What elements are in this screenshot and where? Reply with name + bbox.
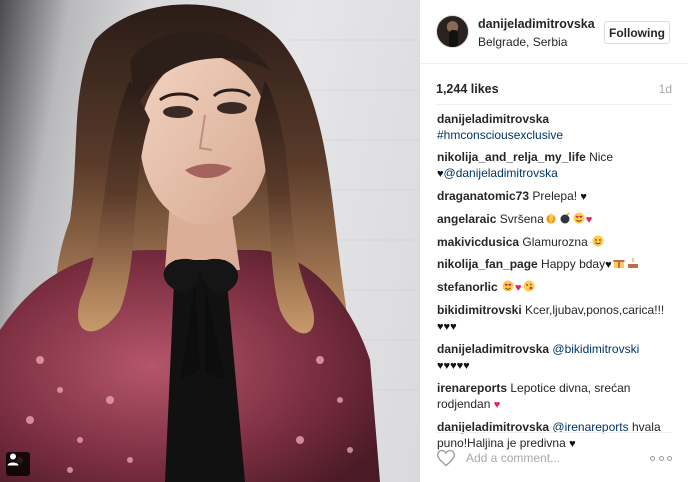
comment-username[interactable]: irenareports [437, 381, 507, 395]
comment-item: danijeladimitrovska #hmconsciousexclusiv… [437, 111, 675, 143]
location-link[interactable]: Belgrade, Serbia [478, 35, 567, 49]
mention-link[interactable]: @bikidimitrovski [552, 342, 639, 356]
comments-list: danijeladimitrovska #hmconsciousexclusiv… [437, 111, 675, 458]
comment-text: Happy bday [541, 257, 606, 271]
bomb-emoji-icon [560, 212, 570, 224]
owner-username[interactable]: danijeladimitrovska [478, 17, 595, 31]
fire-emoji-icon [546, 213, 556, 224]
avatar[interactable] [436, 15, 469, 48]
comment-item: danijeladimitrovska @bikidimitrovski ♥♥♥… [437, 341, 675, 374]
comment-item: angelaraic Svršena ♥ [437, 211, 675, 228]
comment-item: nikolija_fan_page Happy bday♥ [437, 256, 675, 273]
black-heart-icon: ♥ [580, 191, 587, 203]
red-heart-icon: ♥ [515, 282, 522, 294]
comment-text: Glamurozna [522, 235, 592, 249]
comment-username[interactable]: bikidimitrovski [437, 303, 522, 317]
comment-text: Svršena [499, 212, 544, 226]
heart-outline-icon[interactable] [436, 448, 456, 468]
smile-emoji-icon [592, 235, 604, 247]
heart-eyes-emoji-icon [502, 280, 514, 292]
red-heart-icon: ♥ [493, 399, 501, 411]
comment-text: Kcer,ljubav,ponos,carica!!! [525, 303, 665, 317]
comment-item: stefanorlic ♥ [437, 279, 675, 296]
comment-input[interactable] [466, 448, 636, 468]
mention-link[interactable]: #hmconsciousexclusive [437, 128, 563, 142]
kiss-emoji-icon [523, 280, 535, 292]
more-options-icon[interactable] [650, 451, 672, 465]
black-heart-icon: ♥♥♥♥♥ [437, 360, 470, 372]
post-side-panel: danijeladimitrovska Belgrade, Serbia Fol… [420, 0, 688, 482]
heart-eyes-emoji-icon [573, 212, 585, 224]
comment-username[interactable]: danijeladimitrovska [437, 112, 549, 126]
black-heart-icon: ♥♥♥ [437, 321, 457, 333]
mention-link[interactable]: @danijeladimitrovska [444, 166, 558, 180]
black-heart-icon: ♥ [605, 259, 612, 271]
person-icon [7, 453, 19, 466]
following-button[interactable]: Following [604, 21, 670, 44]
comment-username[interactable]: nikolija_and_relja_my_life [437, 150, 586, 164]
comment-username[interactable]: draganatomic73 [437, 189, 529, 203]
user-tag-button[interactable] [6, 452, 30, 476]
red-heart-icon: ♥ [585, 214, 593, 226]
add-comment-bar [436, 432, 672, 482]
comment-item: makivicdusica Glamurozna [437, 234, 675, 250]
cake-emoji-icon [627, 258, 638, 268]
comment-username[interactable]: makivicdusica [437, 235, 519, 249]
comment-text: Prelepa! [532, 189, 581, 203]
comment-item: nikolija_and_relja_my_life Nice ♥@danije… [437, 149, 675, 182]
photo-illustration [0, 4, 420, 482]
divider [436, 104, 672, 105]
post-timestamp[interactable]: 1d [659, 82, 672, 96]
post-meta: 1,244 likes 1d [436, 82, 672, 98]
gift-emoji-icon [613, 260, 625, 268]
comment-text: Nice [589, 150, 614, 164]
comment-item: draganatomic73 Prelepa! ♥ [437, 188, 675, 205]
post-header: danijeladimitrovska Belgrade, Serbia Fol… [420, 0, 688, 64]
post-photo[interactable] [0, 0, 420, 482]
comment-username[interactable]: nikolija_fan_page [437, 257, 538, 271]
comment-item: bikidimitrovski Kcer,ljubav,ponos,carica… [437, 302, 675, 335]
likes-count[interactable]: 1,244 likes [436, 82, 499, 96]
comment-item: irenareports Lepotice divna, srećan rodj… [437, 380, 675, 413]
comment-username[interactable]: angelaraic [437, 212, 496, 226]
comment-username[interactable]: stefanorlic [437, 280, 498, 294]
comment-username[interactable]: danijeladimitrovska [437, 342, 549, 356]
